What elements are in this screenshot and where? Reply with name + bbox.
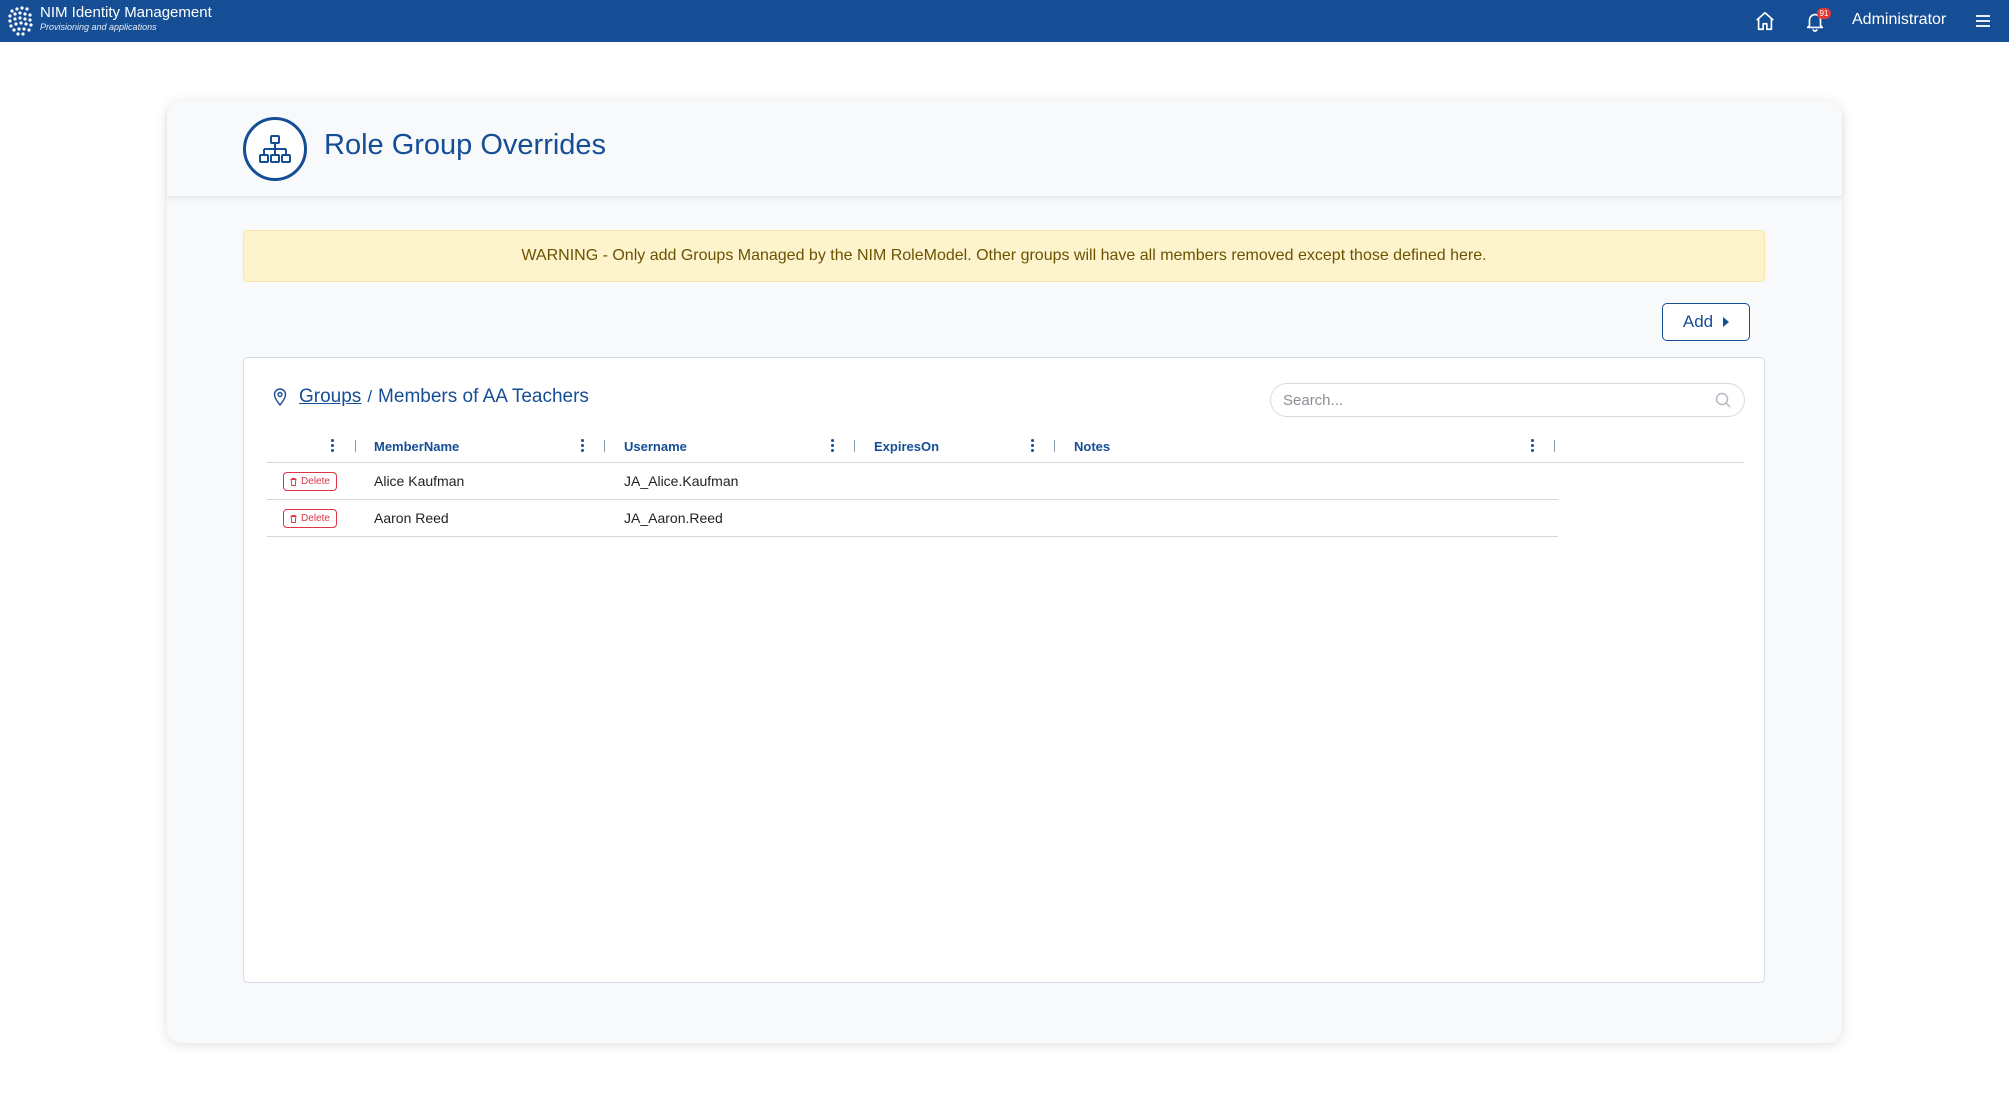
delete-button[interactable]: Delete	[283, 509, 337, 528]
column-menu-icon[interactable]	[331, 439, 335, 453]
cell-membername: Aaron Reed	[374, 510, 449, 526]
column-resizer[interactable]	[1554, 440, 1555, 452]
org-chart-icon	[243, 117, 307, 181]
cell-membername: Alice Kaufman	[374, 473, 465, 489]
breadcrumb-separator: /	[367, 387, 373, 406]
location-pin-icon	[273, 388, 287, 406]
search-icon[interactable]	[1715, 392, 1731, 408]
top-navbar: NIM Identity Management Provisioning and…	[0, 0, 2009, 42]
notifications-button[interactable]: 91	[1804, 8, 1831, 34]
breadcrumb: Groups / Members of AA Teachers	[273, 386, 589, 408]
caret-right-icon	[1723, 317, 1730, 327]
home-icon[interactable]	[1754, 10, 1776, 32]
column-resizer[interactable]	[604, 440, 605, 452]
column-menu-icon[interactable]	[581, 439, 585, 453]
search-box	[1270, 383, 1745, 417]
members-grid: MemberName Username ExpiresOn Notes Dele…	[267, 431, 1744, 537]
breadcrumb-groups-link[interactable]: Groups	[299, 386, 361, 408]
column-resizer[interactable]	[355, 440, 356, 452]
delete-button-label: Delete	[301, 513, 330, 524]
user-menu[interactable]: Administrator	[1852, 11, 1946, 29]
table-row: Delete Aaron Reed JA_Aaron.Reed	[267, 500, 1558, 537]
grid-header: MemberName Username ExpiresOn Notes	[267, 431, 1744, 463]
members-panel: Groups / Members of AA Teachers MemberNa…	[243, 357, 1765, 983]
column-menu-icon[interactable]	[1531, 439, 1535, 453]
breadcrumb-current: Members of AA Teachers	[378, 386, 589, 407]
logo-icon[interactable]	[6, 5, 36, 37]
app-title: NIM Identity Management	[40, 4, 212, 21]
column-header-notes[interactable]: Notes	[1074, 439, 1110, 454]
add-button-label: Add	[1682, 312, 1714, 331]
menu-icon[interactable]	[1974, 12, 1992, 30]
notification-badge: 91	[1817, 8, 1831, 19]
column-menu-icon[interactable]	[831, 439, 835, 453]
column-resizer[interactable]	[1054, 440, 1055, 452]
warning-banner: WARNING - Only add Groups Managed by the…	[243, 230, 1765, 282]
brand: NIM Identity Management Provisioning and…	[40, 5, 212, 32]
delete-button[interactable]: Delete	[283, 472, 337, 491]
trash-icon	[290, 514, 297, 523]
main-card: Role Group Overrides WARNING - Only add …	[167, 101, 1842, 1043]
delete-button-label: Delete	[301, 476, 330, 487]
app-subtitle: Provisioning and applications	[40, 22, 157, 32]
trash-icon	[290, 477, 297, 486]
column-header-expireson[interactable]: ExpiresOn	[874, 439, 939, 454]
add-button[interactable]: Add	[1662, 303, 1750, 341]
cell-username: JA_Alice.Kaufman	[624, 473, 739, 489]
column-header-membername[interactable]: MemberName	[374, 439, 459, 454]
table-row: Delete Alice Kaufman JA_Alice.Kaufman	[267, 463, 1558, 500]
card-header: Role Group Overrides	[167, 101, 1842, 197]
cell-username: JA_Aaron.Reed	[624, 510, 723, 526]
column-menu-icon[interactable]	[1031, 439, 1035, 453]
column-header-username[interactable]: Username	[624, 439, 687, 454]
column-resizer[interactable]	[854, 440, 855, 452]
search-input[interactable]	[1283, 384, 1703, 416]
page-title: Role Group Overrides	[324, 129, 607, 161]
